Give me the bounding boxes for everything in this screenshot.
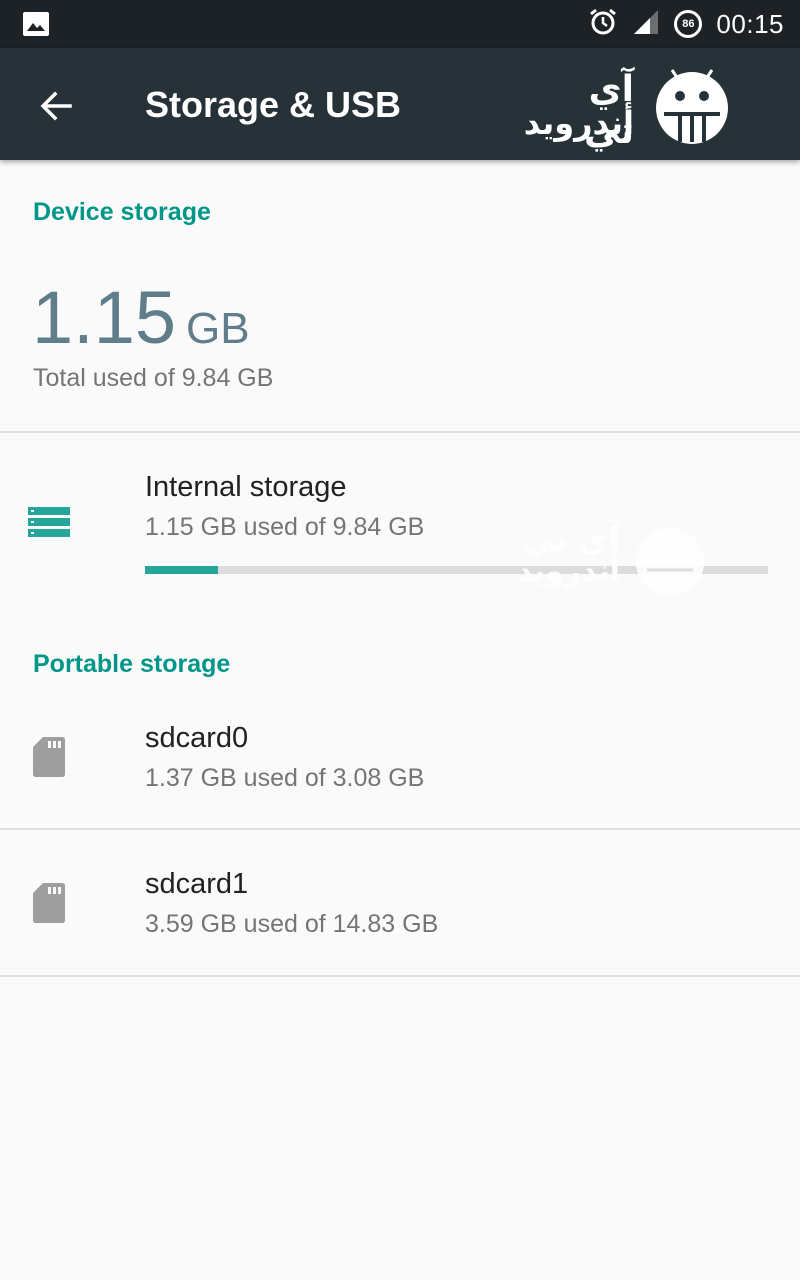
back-button[interactable] [36,86,76,126]
page-title: Storage & USB [145,84,402,125]
internal-storage-summary: 1.15 GB used of 9.84 GB [145,513,425,541]
watermark-logo: آي تي أندرويد [505,520,715,598]
total-used-unit: GB [186,304,250,353]
total-used-caption: Total used of 9.84 GB [33,364,274,392]
total-used-display: 1.15 GB [32,275,250,360]
portable-storage-header: Portable storage [33,650,231,678]
arrow-back-icon [40,91,72,121]
progress-fill [145,566,218,574]
android-robot-icon [656,69,728,144]
divider [0,975,800,977]
watermark-line2: أندرويد [516,555,620,588]
internal-storage-title: Internal storage [145,471,347,503]
android-robot-icon [636,528,704,596]
device-storage-header: Device storage [33,198,211,226]
divider [0,828,800,830]
sd-card-icon [33,883,65,928]
signal-icon [632,8,660,41]
storage-icon [28,507,70,542]
sdcard0-summary: 1.37 GB used of 3.08 GB [145,764,425,792]
alarm-icon [588,7,618,42]
brand-logo: آي تي أندرويد [524,66,742,151]
battery-icon: 86 [674,10,703,38]
total-used-value: 1.15 [32,276,177,359]
app-bar: Storage & USB آي تي أندرويد [0,48,800,160]
sdcard0-title: sdcard0 [145,722,249,754]
status-bar: 86 00:15 [0,0,800,48]
sdcard1-summary: 3.59 GB used of 14.83 GB [145,910,439,938]
status-time: 00:15 [716,8,784,39]
sdcard1-title: sdcard1 [145,868,249,900]
image-icon [22,11,50,42]
sd-card-icon [33,737,65,782]
brand-line2: أندرويد [523,105,634,141]
divider [0,431,800,433]
